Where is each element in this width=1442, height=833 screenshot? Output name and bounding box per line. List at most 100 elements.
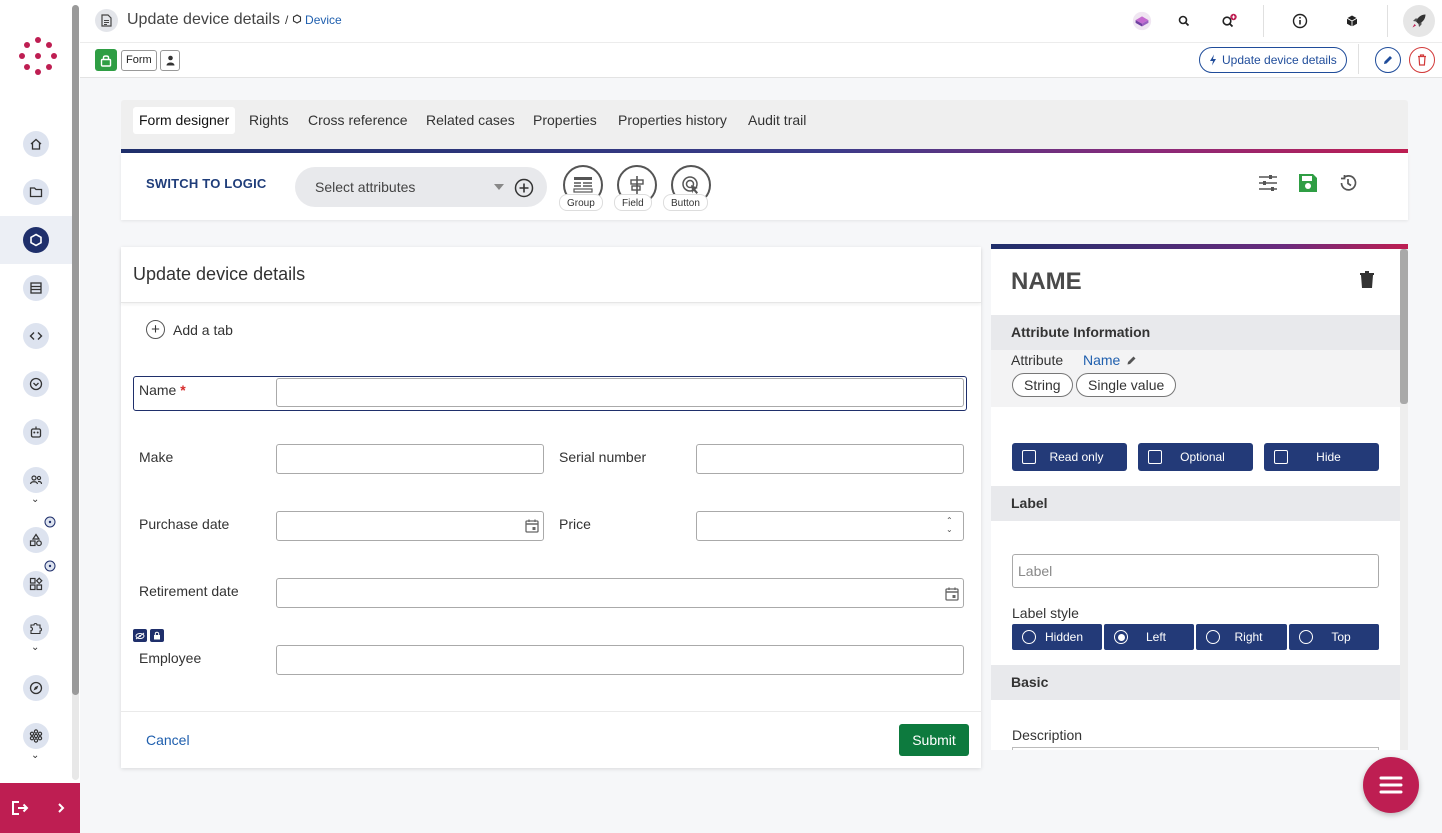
users-icon[interactable] xyxy=(23,467,49,493)
make-label: Make xyxy=(139,449,174,465)
user-chip[interactable] xyxy=(160,50,180,71)
field-tool-label: Field xyxy=(614,194,652,211)
employee-input[interactable] xyxy=(276,645,964,675)
attribute-name-text[interactable]: Name xyxy=(1083,352,1120,368)
form-title: Update device details xyxy=(133,264,306,284)
tab-rights[interactable]: Rights xyxy=(243,107,295,134)
add-attribute-icon[interactable] xyxy=(514,178,534,198)
home-icon[interactable] xyxy=(23,131,49,157)
calendar-icon[interactable] xyxy=(944,586,960,602)
price-input[interactable] xyxy=(696,511,964,541)
label-style-hidden-radio[interactable]: Hidden xyxy=(1012,624,1102,650)
package-icon[interactable] xyxy=(1341,10,1363,32)
save-icon[interactable] xyxy=(1297,172,1319,194)
panel-scrollbar-thumb[interactable] xyxy=(1400,249,1408,404)
left-option-label: Left xyxy=(1145,630,1166,644)
price-spinner-icon[interactable]: ⌃ ⌄ xyxy=(946,516,953,534)
switch-to-logic-button[interactable]: SWITCH TO LOGIC xyxy=(146,176,266,191)
logout-icon[interactable] xyxy=(10,799,30,817)
breadcrumb-device-link[interactable]: Device xyxy=(292,13,342,27)
users-expand-chevron-icon[interactable]: ⌄ xyxy=(31,494,39,505)
tab-form-designer[interactable]: Form designer xyxy=(133,107,236,134)
hidden-eye-icon xyxy=(133,629,147,642)
logout-bar[interactable] xyxy=(0,783,80,833)
info-icon[interactable] xyxy=(1289,10,1311,32)
pencil-icon[interactable] xyxy=(1126,355,1137,366)
hidden-option-label: Hidden xyxy=(1044,630,1084,644)
advanced-search-icon[interactable] xyxy=(1218,10,1240,32)
optional-checkbox[interactable]: Optional xyxy=(1138,443,1253,471)
attribute-name-link[interactable]: Name xyxy=(1083,352,1137,368)
retirement-date-input[interactable] xyxy=(276,578,964,608)
employee-label: Employee xyxy=(139,650,202,666)
select-attributes-placeholder: Select attributes xyxy=(315,179,416,195)
add-tab-plus-icon: + xyxy=(146,320,165,339)
puzzle-icon[interactable] xyxy=(23,615,49,641)
header-separator xyxy=(1387,5,1388,37)
hexagon-icon[interactable] xyxy=(23,227,49,253)
purchase-date-label: Purchase date xyxy=(139,516,230,532)
name-input[interactable] xyxy=(276,378,964,407)
tab-properties-history[interactable]: Properties history xyxy=(612,107,733,134)
compass-icon[interactable] xyxy=(23,675,49,701)
main-menu-fab[interactable] xyxy=(1363,757,1419,813)
name-label: Name * xyxy=(139,382,186,398)
code-icon[interactable] xyxy=(23,323,49,349)
settings-sliders-icon[interactable] xyxy=(1257,172,1279,194)
delete-button[interactable] xyxy=(1409,47,1435,73)
search-icon[interactable] xyxy=(1173,10,1195,32)
cancel-button[interactable]: Cancel xyxy=(146,732,190,748)
retirement-date-label: Retirement date xyxy=(139,583,239,599)
form-type-chip[interactable]: Form xyxy=(121,50,157,71)
form-preview-card xyxy=(121,247,981,768)
label-style-right-radio[interactable]: Right xyxy=(1196,624,1287,650)
menu-icon xyxy=(1379,776,1403,794)
document-icon xyxy=(95,9,118,32)
tab-cross-reference[interactable]: Cross reference xyxy=(302,107,414,134)
robot-icon[interactable] xyxy=(23,419,49,445)
list-icon[interactable] xyxy=(23,275,49,301)
label-section: Label xyxy=(991,486,1400,521)
optional-label: Optional xyxy=(1180,450,1225,464)
chevron-circle-icon[interactable] xyxy=(23,371,49,397)
lock-icon[interactable] xyxy=(95,49,117,71)
read-only-checkbox[interactable]: Read only xyxy=(1012,443,1127,471)
add-tab-button[interactable]: + Add a tab xyxy=(146,320,233,339)
expand-sidebar-icon[interactable] xyxy=(56,802,66,814)
tab-related-cases[interactable]: Related cases xyxy=(420,107,521,134)
label-input[interactable]: Label xyxy=(1012,554,1379,588)
form-footer-divider xyxy=(121,711,981,712)
widgets-icon[interactable] xyxy=(23,571,49,597)
delete-field-icon[interactable] xyxy=(1358,270,1376,290)
sidebar-scrollbar-thumb[interactable] xyxy=(72,5,79,695)
hexagon-small-icon xyxy=(292,14,301,24)
label-style-top-radio[interactable]: Top xyxy=(1289,624,1379,650)
group-icon xyxy=(573,177,593,193)
history-icon[interactable] xyxy=(1337,172,1359,194)
tab-properties[interactable]: Properties xyxy=(527,107,603,134)
button-tool-label: Button xyxy=(663,194,708,211)
update-button-label: Update device details xyxy=(1222,53,1337,67)
network-expand-chevron-icon[interactable]: ⌄ xyxy=(31,750,39,761)
tab-audit-trail[interactable]: Audit trail xyxy=(742,107,812,134)
workspace-cube-icon[interactable] xyxy=(1131,10,1153,32)
hide-checkbox[interactable]: Hide xyxy=(1264,443,1379,471)
network-icon[interactable] xyxy=(23,723,49,749)
calendar-icon[interactable] xyxy=(524,518,540,534)
breadcrumb-device-label[interactable]: Device xyxy=(305,13,342,27)
purchase-date-input[interactable] xyxy=(276,511,544,541)
edit-button[interactable] xyxy=(1375,47,1401,73)
puzzle-expand-chevron-icon[interactable]: ⌄ xyxy=(31,642,39,653)
click-icon xyxy=(682,176,698,194)
folder-icon[interactable] xyxy=(23,179,49,205)
app-logo[interactable] xyxy=(18,36,58,76)
make-input[interactable] xyxy=(276,444,544,474)
rocket-icon[interactable] xyxy=(1403,5,1435,37)
select-attributes-dropdown[interactable]: Select attributes xyxy=(295,167,547,207)
submit-button[interactable]: Submit xyxy=(899,724,969,756)
shapes-icon[interactable] xyxy=(23,527,49,553)
update-device-details-button[interactable]: Update device details xyxy=(1199,47,1347,73)
panel-bottom-mask xyxy=(991,750,1408,833)
label-style-left-radio[interactable]: Left xyxy=(1104,624,1194,650)
serial-number-input[interactable] xyxy=(696,444,964,474)
